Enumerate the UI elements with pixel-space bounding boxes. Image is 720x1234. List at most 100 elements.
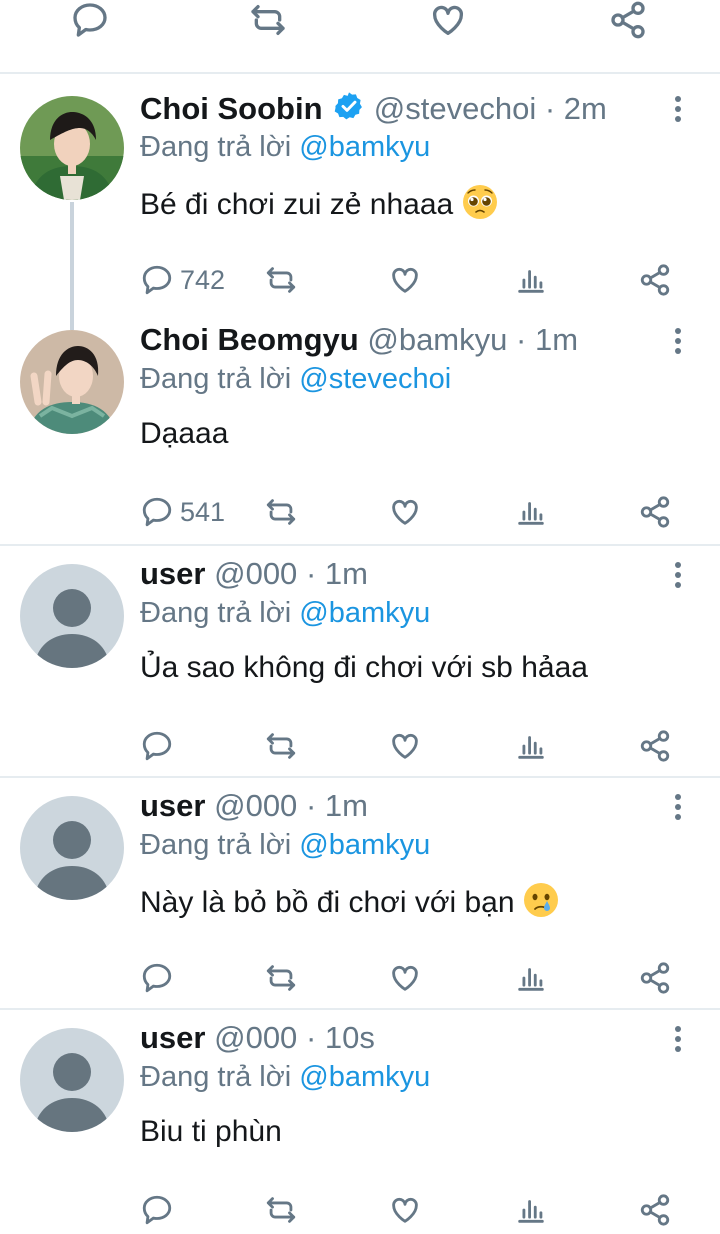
mention-link[interactable]: @bamkyu <box>299 131 430 163</box>
tweet-actions <box>0 1190 720 1234</box>
avatar[interactable] <box>20 1028 124 1132</box>
user-handle[interactable]: @000 <box>214 556 297 591</box>
like-icon[interactable] <box>428 0 472 44</box>
default-avatar-icon <box>20 796 124 900</box>
separator-dot: · <box>544 91 556 126</box>
avatar[interactable] <box>20 796 124 900</box>
retweet-button[interactable] <box>264 1190 298 1230</box>
analytics-icon <box>518 270 544 293</box>
reply-button[interactable] <box>140 958 174 998</box>
mention-link[interactable]: @bamkyu <box>299 597 430 629</box>
user-handle[interactable]: @000 <box>214 1020 297 1055</box>
retweet-icon <box>266 733 296 759</box>
separator-dot: · <box>305 1020 317 1055</box>
more-options-icon[interactable] <box>664 1024 692 1054</box>
reply-icon[interactable] <box>70 0 114 44</box>
tweet-header: user @000 · 1m <box>140 788 368 824</box>
user-handle[interactable]: @stevechoi <box>374 91 536 126</box>
reply-icon <box>142 265 172 295</box>
tweet-text: Biu ti phùn <box>140 1114 282 1150</box>
avatar[interactable] <box>20 96 124 200</box>
share-button[interactable] <box>638 260 672 300</box>
replying-to: Đang trả lời @bamkyu <box>140 828 430 862</box>
retweet-button[interactable] <box>264 958 298 998</box>
reply-button[interactable] <box>140 1190 174 1230</box>
mention-link[interactable]: @bamkyu <box>299 829 430 861</box>
more-options-icon[interactable] <box>664 326 692 356</box>
like-button[interactable] <box>388 492 422 532</box>
tweet-text-content: Này là bỏ bồ đi chơi với bạn <box>140 886 515 919</box>
replying-to-label: Đang trả lời <box>140 363 292 395</box>
tweet[interactable]: user @000 · 10s Đang trả lời @bamkyu Biu… <box>0 1010 720 1226</box>
like-button[interactable] <box>388 1190 422 1230</box>
tweet[interactable]: Choi Beomgyu @bamkyu · 1m Đang trả lời @… <box>0 312 720 546</box>
crying-face-emoji-icon <box>523 883 558 917</box>
timestamp[interactable]: 10s <box>325 1020 375 1055</box>
like-button[interactable] <box>388 726 422 766</box>
retweet-icon <box>266 499 296 525</box>
reply-icon <box>142 497 172 527</box>
display-name[interactable]: Choi Soobin <box>140 91 323 126</box>
analytics-icon <box>518 736 544 759</box>
avatar[interactable] <box>20 564 124 668</box>
more-options-icon[interactable] <box>664 792 692 822</box>
tweet[interactable]: Choi Soobin @stevechoi · 2m Đang trả lời… <box>0 80 720 330</box>
user-handle[interactable]: @000 <box>214 788 297 823</box>
analytics-button[interactable] <box>514 260 548 300</box>
share-icon <box>640 496 670 528</box>
like-button[interactable] <box>388 958 422 998</box>
timestamp[interactable]: 1m <box>535 322 578 357</box>
tweet[interactable]: user @000 · 1m Đang trả lời @bamkyu Này … <box>0 778 720 1010</box>
retweet-button[interactable] <box>264 260 298 300</box>
retweet-button[interactable] <box>264 492 298 532</box>
tweet-text: Dạaaa <box>140 416 228 452</box>
avatar[interactable] <box>20 330 124 434</box>
more-options-icon[interactable] <box>664 560 692 590</box>
share-icon[interactable] <box>608 0 652 44</box>
analytics-button[interactable] <box>514 726 548 766</box>
display-name[interactable]: user <box>140 556 205 591</box>
tweet-header: user @000 · 1m <box>140 556 368 592</box>
analytics-button[interactable] <box>514 958 548 998</box>
analytics-button[interactable] <box>514 1190 548 1230</box>
reply-icon <box>142 1195 172 1225</box>
tweet-text-content: Ủa sao không đi chơi với sb hảaa <box>140 651 588 684</box>
share-button[interactable] <box>638 726 672 766</box>
analytics-icon <box>518 1200 544 1223</box>
replying-to: Đang trả lời @bamkyu <box>140 130 430 164</box>
share-button[interactable] <box>638 1190 672 1230</box>
tweet-text: Ủa sao không đi chơi với sb hảaa <box>140 650 588 686</box>
timestamp[interactable]: 1m <box>325 556 368 591</box>
more-options-icon[interactable] <box>664 94 692 124</box>
reply-count: 541 <box>180 496 226 527</box>
analytics-button[interactable] <box>514 492 548 532</box>
share-icon <box>640 962 670 994</box>
reply-button[interactable] <box>140 726 174 766</box>
retweet-icon[interactable] <box>248 0 292 44</box>
mention-link[interactable]: @stevechoi <box>299 363 451 395</box>
reply-count: 742 <box>180 264 226 295</box>
display-name[interactable]: user <box>140 1020 205 1055</box>
display-name[interactable]: Choi Beomgyu <box>140 322 359 357</box>
retweet-button[interactable] <box>264 726 298 766</box>
reply-button[interactable]: 742 <box>140 260 225 300</box>
tweet-actions: 541 <box>0 492 720 536</box>
tweet-text-content: Biu ti phùn <box>140 1115 282 1148</box>
mention-link[interactable]: @bamkyu <box>299 1061 430 1093</box>
tweet-actions: 742 <box>0 260 720 304</box>
like-icon <box>392 965 418 991</box>
display-name[interactable]: user <box>140 788 205 823</box>
tweet[interactable]: user @000 · 1m Đang trả lời @bamkyu Ủa s… <box>0 546 720 778</box>
user-handle[interactable]: @bamkyu <box>367 322 507 357</box>
tweet-actions <box>0 726 720 770</box>
timestamp[interactable]: 2m <box>564 91 607 126</box>
reply-button[interactable]: 541 <box>140 492 225 532</box>
share-button[interactable] <box>638 492 672 532</box>
timestamp[interactable]: 1m <box>325 788 368 823</box>
pleading-face-emoji-icon <box>462 185 497 219</box>
share-button[interactable] <box>638 958 672 998</box>
replying-to: Đang trả lời @bamkyu <box>140 1060 430 1094</box>
separator-dot: · <box>516 322 527 357</box>
like-button[interactable] <box>388 260 422 300</box>
analytics-icon <box>518 968 544 991</box>
